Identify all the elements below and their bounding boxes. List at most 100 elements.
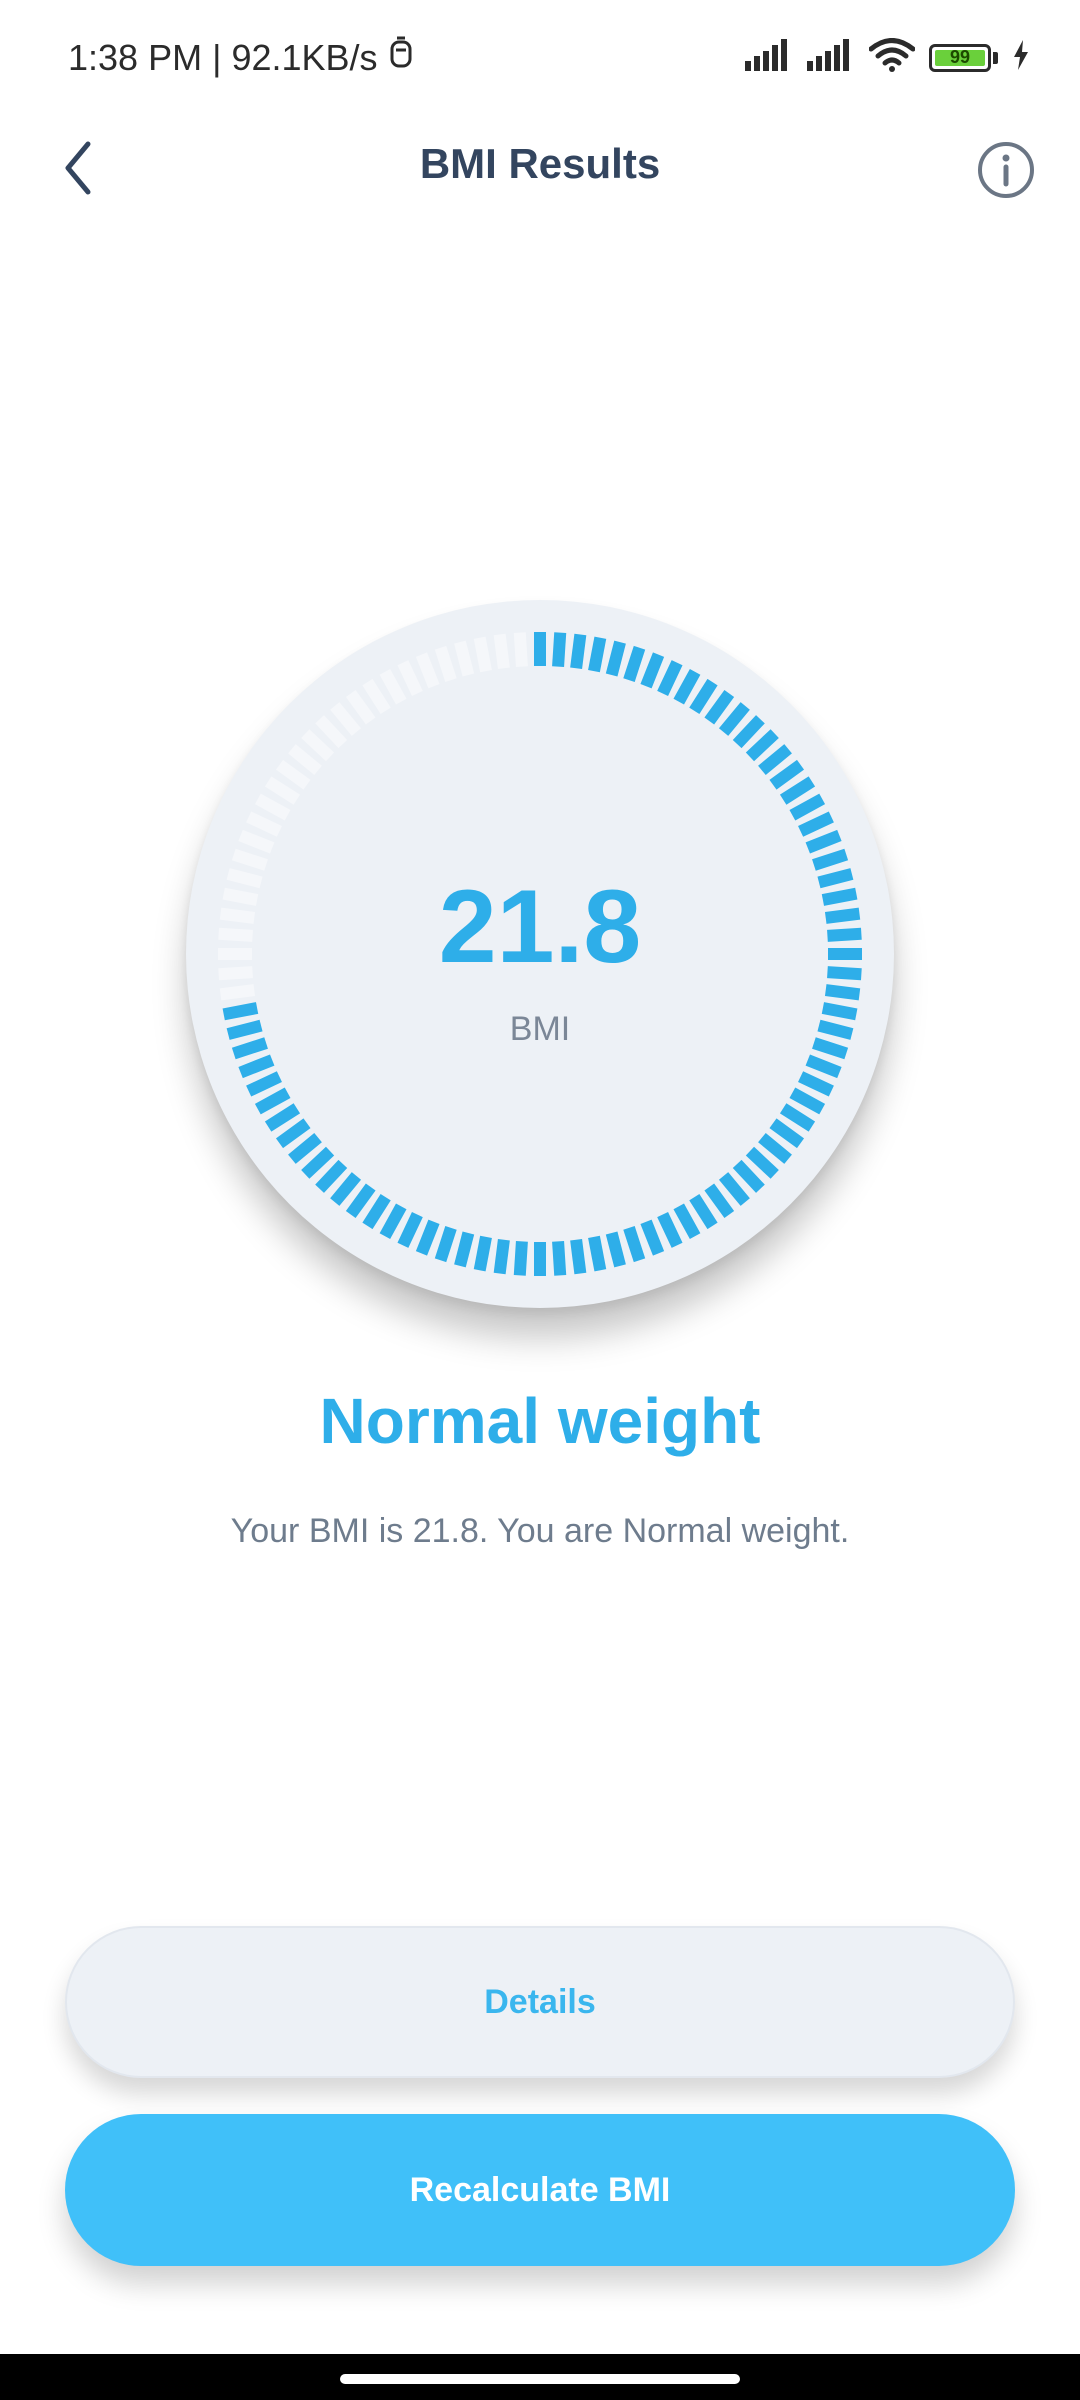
- gauge-tick-filled: [805, 829, 842, 854]
- gauge-tick-empty: [454, 640, 475, 677]
- gauge-tick-filled: [301, 1146, 335, 1179]
- gauge-tick-filled: [605, 1231, 626, 1268]
- gauge-tick-filled: [588, 1235, 607, 1272]
- gauge-tick-filled: [275, 1118, 311, 1149]
- gauge-tick-empty: [473, 636, 492, 673]
- gauge-tick-empty: [264, 776, 301, 805]
- gauge-tick-filled: [779, 776, 816, 805]
- gauge-tick-empty: [397, 660, 423, 696]
- status-bar: 1:38 PM | 92.1KB/s 99: [0, 0, 1080, 110]
- gauge-tick-filled: [238, 1054, 275, 1079]
- gauge-tick-filled: [552, 632, 567, 667]
- gauge-tick-filled: [732, 1159, 765, 1193]
- charging-icon: [1012, 40, 1030, 75]
- status-right: 99: [745, 38, 1030, 77]
- info-icon: [978, 142, 1034, 198]
- gauge-tick-filled: [657, 1212, 683, 1248]
- battery-icon: 99: [929, 43, 991, 72]
- gauge-tick-filled: [345, 1183, 376, 1219]
- gauge-tick-filled: [623, 1226, 646, 1263]
- details-button[interactable]: Details: [65, 1926, 1015, 2078]
- gauge-tick-filled: [552, 1241, 567, 1276]
- gauge-tick-filled: [789, 1087, 826, 1115]
- gauge-tick-filled: [640, 1219, 665, 1256]
- wifi-icon: [868, 38, 916, 77]
- gauge-tick-filled: [473, 1235, 492, 1272]
- gauge-tick-filled: [798, 1071, 834, 1097]
- gauge-tick-empty: [219, 984, 256, 1001]
- gauge-tick-empty: [231, 848, 268, 871]
- notification-icon: [388, 36, 414, 79]
- bmi-gauge: 21.8 BMI: [186, 600, 894, 1308]
- gauge-tick-filled: [824, 984, 861, 1001]
- gauge-tick-filled: [789, 793, 826, 821]
- gauge-tick-filled: [362, 1193, 391, 1230]
- gauge-tick-filled: [570, 633, 587, 670]
- result-message: Your BMI is 21.8. You are Normal weight.: [230, 1512, 850, 1550]
- gauge-tick-filled: [288, 1132, 322, 1164]
- gauge-tick-filled: [623, 645, 646, 682]
- gauge-tick-filled: [254, 1087, 291, 1115]
- gauge-tick-filled: [718, 1172, 750, 1206]
- gauge-tick-empty: [288, 744, 322, 776]
- gauge-tick-filled: [732, 715, 765, 749]
- signal-icon: [807, 39, 855, 76]
- bmi-label: BMI: [509, 1010, 571, 1048]
- gauge-tick-filled: [513, 1241, 528, 1276]
- gauge-tick-filled: [415, 1219, 440, 1256]
- gauge-tick-empty: [493, 633, 510, 670]
- status-left: 1:38 PM | 92.1KB/s: [68, 36, 414, 79]
- gauge-tick-filled: [689, 1193, 718, 1230]
- gauge-tick-filled: [758, 1132, 792, 1164]
- system-nav-bar: [0, 2354, 1080, 2400]
- weight-category: Normal weight: [319, 1385, 761, 1457]
- gauge-tick-filled: [745, 729, 779, 762]
- gauge-tick-filled: [779, 1103, 816, 1132]
- gauge-tick-empty: [415, 652, 440, 689]
- gauge-tick-filled: [264, 1103, 301, 1132]
- gauge-tick-filled: [454, 1231, 475, 1268]
- gauge-tick-filled: [330, 1172, 362, 1206]
- gauge-tick-empty: [301, 729, 335, 762]
- gauge-tick-filled: [758, 744, 792, 776]
- gauge-tick-filled: [812, 848, 849, 871]
- home-indicator[interactable]: [340, 2374, 740, 2384]
- gauge-tick-filled: [397, 1212, 423, 1248]
- gauge-tick-filled: [657, 660, 683, 696]
- battery-cap: [993, 51, 998, 64]
- gauge-tick-filled: [805, 1054, 842, 1079]
- page-title: BMI Results: [419, 140, 661, 187]
- gauge-tick-filled: [745, 1146, 779, 1179]
- gauge-tick-filled: [246, 1071, 282, 1097]
- gauge-tick-filled: [640, 652, 665, 689]
- status-time: 1:38 PM: [68, 36, 203, 78]
- gauge-tick-filled: [798, 811, 834, 837]
- gauge-tick-empty: [434, 645, 457, 682]
- gauge-tick-empty: [315, 715, 348, 749]
- gauge-tick-filled: [704, 1183, 735, 1219]
- gauge-tick-filled: [673, 668, 701, 705]
- recalculate-bmi-button[interactable]: Recalculate BMI: [65, 2114, 1015, 2266]
- gauge-tick-filled: [570, 1238, 587, 1275]
- gauge-tick-filled: [704, 689, 735, 725]
- gauge-tick-empty: [275, 759, 311, 790]
- gauge-tick-empty: [513, 632, 528, 667]
- network-speed: 92.1KB/s: [231, 36, 378, 78]
- gauge-tick-filled: [673, 1203, 701, 1240]
- gauge-tick-empty: [345, 689, 376, 725]
- gauge-tick-filled: [718, 702, 750, 736]
- gauge-tick-filled: [379, 1203, 407, 1240]
- app-bar: BMI Results: [0, 110, 1080, 225]
- gauge-tick-filled: [493, 1238, 510, 1275]
- gauge-tick-empty: [379, 668, 407, 705]
- gauge-tick-filled: [605, 640, 626, 677]
- gauge-tick-empty: [254, 793, 291, 821]
- gauge-tick-empty: [330, 702, 362, 736]
- gauge-tick-filled: [769, 1118, 805, 1149]
- info-button[interactable]: [968, 132, 1044, 208]
- gauge-tick-empty: [246, 811, 282, 837]
- gauge-tick-filled: [315, 1159, 348, 1193]
- gauge-tick-empty: [238, 829, 275, 854]
- battery-level: 99: [949, 47, 971, 67]
- signal-icon: [745, 39, 793, 76]
